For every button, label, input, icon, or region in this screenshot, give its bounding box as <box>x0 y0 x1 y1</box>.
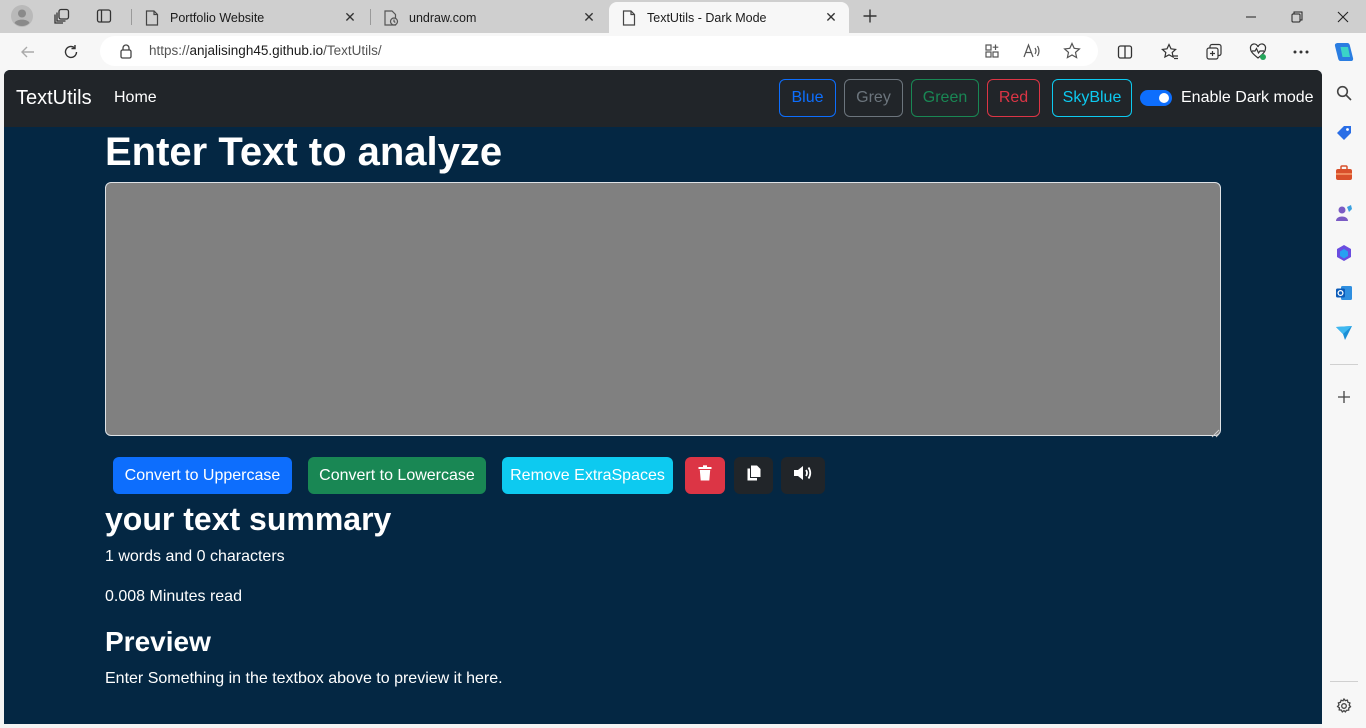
workspaces-icon[interactable] <box>50 5 74 27</box>
close-icon[interactable]: ✕ <box>579 8 599 28</box>
tab-portfolio[interactable]: Portfolio Website ✕ <box>132 2 368 33</box>
copilot-icon[interactable] <box>1330 38 1358 66</box>
refresh-icon[interactable] <box>57 38 85 66</box>
close-icon[interactable]: ✕ <box>340 8 360 28</box>
send-icon[interactable] <box>1334 323 1354 343</box>
tab-actions-icon[interactable] <box>92 5 116 27</box>
sidebar-divider <box>1330 681 1358 682</box>
page-icon <box>621 9 637 26</box>
theme-blue-button[interactable]: Blue <box>779 79 836 117</box>
theme-green-button[interactable]: Green <box>911 79 979 117</box>
tab-textutils[interactable]: TextUtils - Dark Mode ✕ <box>609 2 849 33</box>
dark-mode-switch[interactable] <box>1140 90 1172 106</box>
url-host: anjalisingh45.github.io <box>189 43 324 58</box>
resize-grip-icon[interactable] <box>1210 425 1220 443</box>
lowercase-button[interactable]: Convert to Lowercase <box>308 457 486 494</box>
copy-button[interactable] <box>734 457 773 494</box>
url-text: https://anjalisingh45.github.io/TextUtil… <box>149 43 382 58</box>
delete-button[interactable] <box>685 457 725 494</box>
page-title: Enter Text to analyze <box>105 130 503 174</box>
restore-icon[interactable] <box>1274 0 1320 33</box>
browser-toolbar: https://anjalisingh45.github.io/TextUtil… <box>0 33 1366 70</box>
back-icon[interactable] <box>14 38 42 66</box>
tab-title: undraw.com <box>409 10 477 25</box>
remove-extra-spaces-button[interactable]: Remove ExtraSpaces <box>502 457 673 494</box>
navbar: TextUtils Home Blue Grey Green Red SkyBl… <box>4 70 1322 127</box>
browser-essentials-icon[interactable] <box>1244 38 1272 66</box>
browser-tab-strip: Portfolio Website ✕ undraw.com ✕ TextUti… <box>0 0 1366 33</box>
theme-skyblue-button[interactable]: SkyBlue <box>1052 79 1132 117</box>
new-tab-icon[interactable] <box>858 5 882 27</box>
theme-red-button[interactable]: Red <box>987 79 1040 117</box>
favorite-star-icon[interactable] <box>1062 41 1082 61</box>
tab-title: TextUtils - Dark Mode <box>647 10 767 25</box>
summary-heading: your text summary <box>105 501 392 537</box>
edge-sidebar <box>1322 70 1366 728</box>
preview-heading: Preview <box>105 626 211 657</box>
favorites-icon[interactable] <box>1156 38 1184 66</box>
search-icon[interactable] <box>1334 83 1354 103</box>
close-icon[interactable]: ✕ <box>821 8 841 28</box>
close-window-icon[interactable] <box>1320 0 1366 33</box>
navbar-brand[interactable]: TextUtils <box>16 87 92 110</box>
dark-mode-label[interactable]: Enable Dark mode <box>1181 89 1314 107</box>
page-icon <box>144 9 160 26</box>
add-icon[interactable] <box>1334 387 1354 407</box>
more-options-icon[interactable] <box>1287 38 1315 66</box>
address-bar[interactable]: https://anjalisingh45.github.io/TextUtil… <box>100 36 1098 66</box>
microsoft-365-icon[interactable] <box>1334 243 1354 263</box>
copy-icon <box>747 465 761 486</box>
preview-text: Enter Something in the textbox above to … <box>105 670 503 687</box>
outlook-icon[interactable] <box>1334 283 1354 303</box>
gear-icon[interactable] <box>1334 696 1354 716</box>
url-path: /TextUtils/ <box>323 43 382 58</box>
tab-title: Portfolio Website <box>170 10 265 25</box>
url-prefix: https:// <box>149 43 190 58</box>
volume-icon <box>793 465 813 486</box>
nav-home-link[interactable]: Home <box>114 89 157 107</box>
collections-icon[interactable] <box>1200 38 1228 66</box>
shopping-tag-icon[interactable] <box>1334 123 1354 143</box>
speak-button[interactable] <box>781 457 825 494</box>
uppercase-button[interactable]: Convert to Uppercase <box>113 457 292 494</box>
split-screen-icon[interactable] <box>1111 38 1139 66</box>
text-input-area[interactable] <box>105 182 1221 436</box>
trash-icon <box>698 465 712 486</box>
games-icon[interactable] <box>1334 203 1354 223</box>
read-aloud-icon[interactable] <box>1022 41 1042 61</box>
app-available-icon[interactable] <box>982 41 1002 61</box>
switch-knob <box>1159 93 1169 103</box>
profile-icon[interactable] <box>10 5 34 27</box>
page-viewport: TextUtils Home Blue Grey Green Red SkyBl… <box>4 70 1322 724</box>
word-count-text: 1 words and 0 characters <box>105 548 285 565</box>
read-time-text: 0.008 Minutes read <box>105 588 242 605</box>
tools-briefcase-icon[interactable] <box>1334 163 1354 183</box>
loading-page-icon <box>383 9 399 26</box>
lock-icon[interactable] <box>118 43 134 59</box>
sidebar-divider <box>1330 364 1358 365</box>
tab-undraw[interactable]: undraw.com ✕ <box>371 2 607 33</box>
theme-grey-button[interactable]: Grey <box>844 79 903 117</box>
minimize-icon[interactable] <box>1228 0 1274 33</box>
